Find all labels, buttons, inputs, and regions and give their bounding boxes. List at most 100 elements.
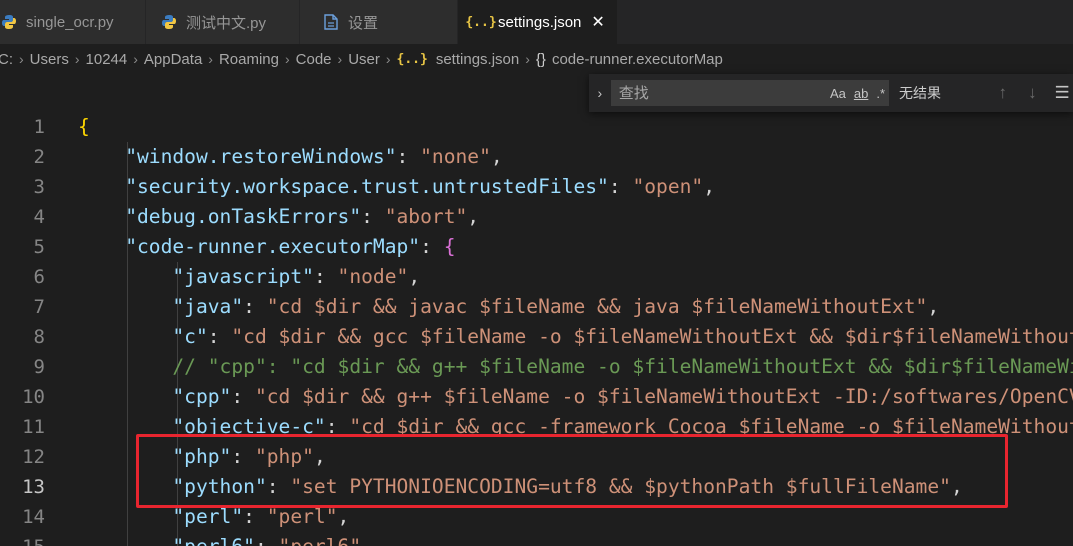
breadcrumb-item[interactable]: Users bbox=[30, 51, 69, 68]
breadcrumb-item[interactable]: AppData bbox=[144, 51, 202, 68]
code-text: "debug.onTaskErrors": "abort", bbox=[78, 202, 479, 232]
tab-label: single_ocr.py bbox=[26, 13, 114, 31]
code-line[interactable]: 2 "window.restoreWindows": "none", bbox=[0, 142, 1073, 172]
line-number: 5 bbox=[33, 236, 45, 258]
token: // "cpp": "cd $dir && g++ $fileName -o $… bbox=[172, 355, 1073, 378]
json-braces-icon: {..} bbox=[396, 51, 428, 67]
line-number: 6 bbox=[33, 266, 45, 288]
token: : bbox=[361, 205, 385, 228]
token: : bbox=[608, 175, 633, 198]
code-text: { bbox=[78, 112, 90, 142]
code-line[interactable]: 1{ bbox=[0, 112, 1073, 142]
arrow-down-icon[interactable]: ↓ bbox=[1022, 83, 1044, 103]
python-icon bbox=[0, 13, 18, 31]
token: : bbox=[313, 265, 338, 288]
breadcrumb-file[interactable]: settings.json bbox=[436, 51, 519, 68]
line-number: 2 bbox=[33, 146, 45, 168]
tab-label: settings.json bbox=[498, 13, 582, 31]
token: "none" bbox=[420, 145, 491, 168]
token: "java" bbox=[172, 295, 244, 318]
line-number: 14 bbox=[22, 506, 45, 528]
chevron-right-icon[interactable]: › bbox=[589, 85, 611, 101]
token: "abort" bbox=[384, 205, 468, 228]
code-text: // "cpp": "cd $dir && g++ $fileName -o $… bbox=[78, 352, 1073, 382]
whole-word-icon[interactable]: ab bbox=[854, 86, 868, 101]
tab-label: 测试中文.py bbox=[186, 14, 267, 32]
token: : bbox=[396, 145, 421, 168]
chevron-right-icon: › bbox=[133, 51, 138, 67]
breadcrumb-item[interactable]: Roaming bbox=[219, 51, 279, 68]
breadcrumb-item[interactable]: User bbox=[348, 51, 380, 68]
token: , bbox=[927, 295, 940, 318]
line-number: 13 bbox=[22, 476, 45, 498]
close-icon[interactable]: ✕ bbox=[591, 12, 604, 32]
code-text: "perl6": "perl6", bbox=[78, 532, 373, 546]
chevron-right-icon: › bbox=[525, 51, 530, 67]
code-line[interactable]: 15 "perl6": "perl6", bbox=[0, 532, 1073, 546]
tab-single-ocr[interactable]: single_ocr.py bbox=[0, 0, 146, 44]
token: "code-runner.executorMap" bbox=[125, 235, 421, 258]
code-line[interactable]: 5 "code-runner.executorMap": { bbox=[0, 232, 1073, 262]
token: , bbox=[490, 145, 503, 168]
tab-label: 设置 bbox=[348, 14, 379, 32]
token: "cd $dir && gcc $fileName -o $fileNameWi… bbox=[231, 325, 1073, 348]
find-result: 无结果 bbox=[899, 85, 942, 101]
breadcrumb-item[interactable]: C: bbox=[0, 51, 13, 68]
token: "perl" bbox=[172, 505, 244, 528]
red-highlight-box bbox=[136, 434, 1008, 508]
token: , bbox=[703, 175, 716, 198]
chevron-right-icon: › bbox=[74, 51, 80, 67]
code-text: "javascript": "node", bbox=[78, 262, 420, 292]
code-text: "java": "cd $dir && javac $fileName && j… bbox=[78, 292, 939, 322]
code-line[interactable]: 8 "c": "cd $dir && gcc $fileName -o $fil… bbox=[0, 322, 1073, 352]
object-symbol-icon: {} bbox=[535, 50, 546, 68]
find-input-box[interactable]: Aa ab .* bbox=[610, 80, 890, 106]
find-widget: › Aa ab .* 无结果 ↑ ↓ ☰ bbox=[589, 74, 1073, 112]
code-line[interactable]: 10 "cpp": "cd $dir && g++ $fileName -o $… bbox=[0, 382, 1073, 412]
code-line[interactable]: 9 // "cpp": "cd $dir && g++ $fileName -o… bbox=[0, 352, 1073, 382]
chevron-right-icon: › bbox=[19, 51, 24, 67]
token: : bbox=[243, 295, 267, 318]
find-in-selection-icon[interactable]: ☰ bbox=[1051, 83, 1073, 103]
token: "window.restoreWindows" bbox=[125, 145, 397, 168]
tab-settings-json[interactable]: {..} settings.json ✕ bbox=[458, 0, 618, 44]
code-line[interactable]: 7 "java": "cd $dir && javac $fileName &&… bbox=[0, 292, 1073, 322]
token: , bbox=[361, 535, 373, 546]
breadcrumb-item[interactable]: 10244 bbox=[86, 51, 128, 68]
line-number: 11 bbox=[22, 416, 45, 438]
token: "c" bbox=[172, 325, 208, 348]
token: "perl6" bbox=[172, 535, 255, 546]
match-case-icon[interactable]: Aa bbox=[830, 86, 846, 101]
token: , bbox=[408, 265, 421, 288]
line-number: 15 bbox=[0, 532, 45, 546]
token: "cpp" bbox=[172, 385, 232, 408]
token: { bbox=[78, 115, 90, 138]
file-icon bbox=[322, 13, 340, 31]
token: , bbox=[337, 505, 350, 528]
code-line[interactable]: 3 "security.workspace.trust.untrustedFil… bbox=[0, 172, 1073, 202]
line-number: 8 bbox=[33, 326, 45, 348]
arrow-up-icon[interactable]: ↑ bbox=[992, 83, 1014, 103]
chevron-right-icon: › bbox=[208, 51, 213, 67]
breadcrumb-symbol[interactable]: code-runner.executorMap bbox=[552, 51, 723, 68]
token: "security.workspace.trust.untrustedFiles… bbox=[125, 175, 609, 198]
regex-icon[interactable]: .* bbox=[876, 86, 885, 101]
code-line[interactable]: 6 "javascript": "node", bbox=[0, 262, 1073, 292]
breadcrumb-item[interactable]: Code bbox=[296, 51, 332, 68]
tab-settings-ui[interactable]: 设置 bbox=[300, 0, 458, 44]
find-input[interactable] bbox=[616, 83, 811, 103]
code-text: "code-runner.executorMap": { bbox=[78, 232, 455, 262]
token: "open" bbox=[632, 175, 704, 198]
tab-chinese-test[interactable]: 测试中文.py bbox=[146, 0, 300, 44]
code-line[interactable]: 4 "debug.onTaskErrors": "abort", bbox=[0, 202, 1073, 232]
